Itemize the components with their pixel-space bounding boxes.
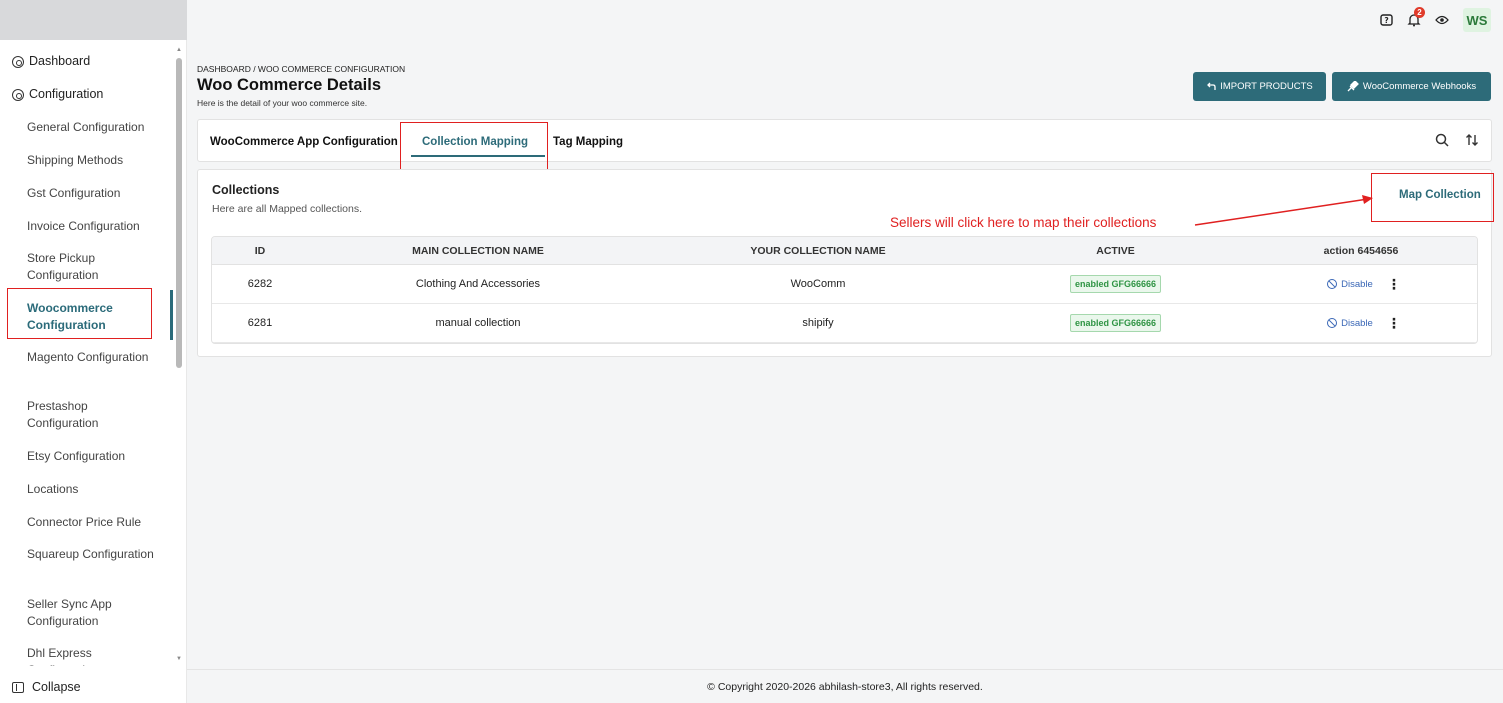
collapse-icon xyxy=(12,681,24,693)
status-badge: enabled GFG66666 xyxy=(1069,314,1162,332)
back-arrow-icon xyxy=(1207,82,1216,90)
collections-subtitle: Here are all Mapped collections. xyxy=(212,203,362,215)
sidebar-item-prestashop-configuration[interactable]: Prestashop Configuration xyxy=(27,398,157,432)
sidebar-item-squareup-configuration[interactable]: Squareup Configuration xyxy=(27,546,157,563)
sidebar-item-seller-sync-app-configuration[interactable]: Seller Sync App Configuration xyxy=(27,596,157,630)
column-header-action: action 6454656 xyxy=(1323,244,1399,257)
cell-action: Disable ⋮ xyxy=(1243,304,1477,342)
disable-button[interactable]: Disable xyxy=(1327,279,1373,290)
more-options-icon[interactable]: ⋮ xyxy=(1387,315,1401,332)
avatar[interactable]: WS xyxy=(1463,8,1491,32)
sidebar-item-label: Configuration xyxy=(29,87,104,101)
eye-icon[interactable] xyxy=(1435,13,1449,27)
sidebar-scrollbar[interactable] xyxy=(176,58,182,368)
cell-active: enabled GFG66666 xyxy=(988,265,1243,303)
sidebar-item-etsy-configuration[interactable]: Etsy Configuration xyxy=(27,448,157,465)
import-products-button[interactable]: IMPORT PRODUCTS xyxy=(1193,72,1326,101)
collapse-button[interactable]: Collapse xyxy=(12,680,81,694)
collections-title: Collections xyxy=(212,183,280,197)
cell-id: 6281 xyxy=(247,317,273,329)
sidebar-item-invoice-configuration[interactable]: Invoice Configuration xyxy=(27,218,157,235)
cell-action: Disable ⋮ xyxy=(1243,265,1477,303)
sidebar-item-configuration[interactable]: Configuration xyxy=(12,86,176,103)
sidebar-item-label: Dashboard xyxy=(29,54,91,68)
collections-table: ID MAIN COLLECTION NAME YOUR COLLECTION … xyxy=(211,236,1478,344)
sidebar-item-magento-configuration[interactable]: Magento Configuration xyxy=(27,349,157,366)
topbar-actions: ? 2 WS xyxy=(1379,7,1491,32)
search-icon[interactable] xyxy=(1435,133,1449,147)
scroll-up-icon[interactable]: ▲ xyxy=(176,47,182,53)
table-row: 6281 manual collection shipify enabled G… xyxy=(212,304,1477,343)
sidebar-item-store-pickup-configuration[interactable]: Store Pickup Configuration xyxy=(27,250,157,284)
table-header: ID MAIN COLLECTION NAME YOUR COLLECTION … xyxy=(212,237,1477,265)
collapse-label: Collapse xyxy=(32,680,81,694)
ban-icon xyxy=(1327,318,1338,328)
dashboard-icon xyxy=(12,55,24,68)
sidebar-item-locations[interactable]: Locations xyxy=(27,481,157,498)
more-options-icon[interactable]: ⋮ xyxy=(1387,276,1401,293)
disable-label: Disable xyxy=(1341,317,1373,329)
sidebar-item-dashboard[interactable]: Dashboard xyxy=(12,53,176,70)
notification-badge: 2 xyxy=(1414,7,1425,18)
scroll-down-icon[interactable]: ▼ xyxy=(176,656,182,662)
tab-woocommerce-app-configuration[interactable]: WooCommerce App Configuration xyxy=(210,136,398,148)
bell-icon[interactable]: 2 xyxy=(1407,7,1425,27)
tabs-bar: WooCommerce App Configuration Collection… xyxy=(197,119,1492,162)
svg-text:?: ? xyxy=(1384,16,1388,25)
disable-button[interactable]: Disable xyxy=(1327,318,1373,329)
status-badge: enabled GFG66666 xyxy=(1069,275,1162,293)
cell-your-collection: shipify xyxy=(802,317,834,329)
cell-main-collection: manual collection xyxy=(435,317,521,329)
ban-icon xyxy=(1327,279,1338,289)
cell-id: 6282 xyxy=(247,278,273,290)
highlight-box-woocommerce xyxy=(7,288,152,339)
tab-tag-mapping[interactable]: Tag Mapping xyxy=(553,136,623,148)
woocommerce-webhooks-button[interactable]: WooCommerce Webhooks xyxy=(1332,72,1491,101)
column-header-id: ID xyxy=(254,244,266,257)
sidebar-item-connector-price-rule[interactable]: Connector Price Rule xyxy=(27,514,157,531)
highlight-box-map-collection xyxy=(1371,173,1494,222)
sidebar-item-shipping-methods[interactable]: Shipping Methods xyxy=(27,152,157,169)
sidebar: Dashboard Configuration General Configur… xyxy=(0,0,187,703)
column-header-active: ACTIVE xyxy=(1096,244,1135,257)
annotation-text: Sellers will click here to map their col… xyxy=(890,215,1157,230)
copyright-text: © Copyright 2020-2026 abhilash-store3, A… xyxy=(707,680,983,693)
plug-icon xyxy=(1347,81,1359,92)
import-products-label: IMPORT PRODUCTS xyxy=(1220,81,1313,92)
page-subtitle: Here is the detail of your woo commerce … xyxy=(197,98,368,108)
breadcrumb: DASHBOARD / WOO COMMERCE CONFIGURATION xyxy=(197,64,406,74)
active-indicator xyxy=(170,290,173,340)
settings-icon xyxy=(12,88,24,101)
logo xyxy=(0,0,187,40)
page-title: Woo Commerce Details xyxy=(197,76,381,94)
sidebar-item-gst-configuration[interactable]: Gst Configuration xyxy=(27,185,157,202)
disable-label: Disable xyxy=(1341,278,1373,290)
help-icon[interactable]: ? xyxy=(1379,13,1393,27)
woocommerce-webhooks-label: WooCommerce Webhooks xyxy=(1362,81,1477,92)
annotation-arrow xyxy=(1194,195,1373,226)
sort-icon[interactable] xyxy=(1465,133,1479,147)
cell-active: enabled GFG66666 xyxy=(988,304,1243,342)
column-header-your-collection: YOUR COLLECTION NAME xyxy=(750,244,886,257)
column-header-main-collection: MAIN COLLECTION NAME xyxy=(412,244,544,257)
table-row: 6282 Clothing And Accessories WooComm en… xyxy=(212,265,1477,304)
cell-main-collection: Clothing And Accessories xyxy=(415,278,541,290)
sidebar-nav: Dashboard Configuration General Configur… xyxy=(0,46,176,666)
table-tools xyxy=(1435,133,1479,147)
footer: © Copyright 2020-2026 abhilash-store3, A… xyxy=(187,669,1503,703)
sidebar-item-dhl-express-configuration[interactable]: Dhl Express Configuration xyxy=(27,645,157,666)
cell-your-collection: WooComm xyxy=(790,278,846,290)
sidebar-item-general-configuration[interactable]: General Configuration xyxy=(27,119,157,136)
